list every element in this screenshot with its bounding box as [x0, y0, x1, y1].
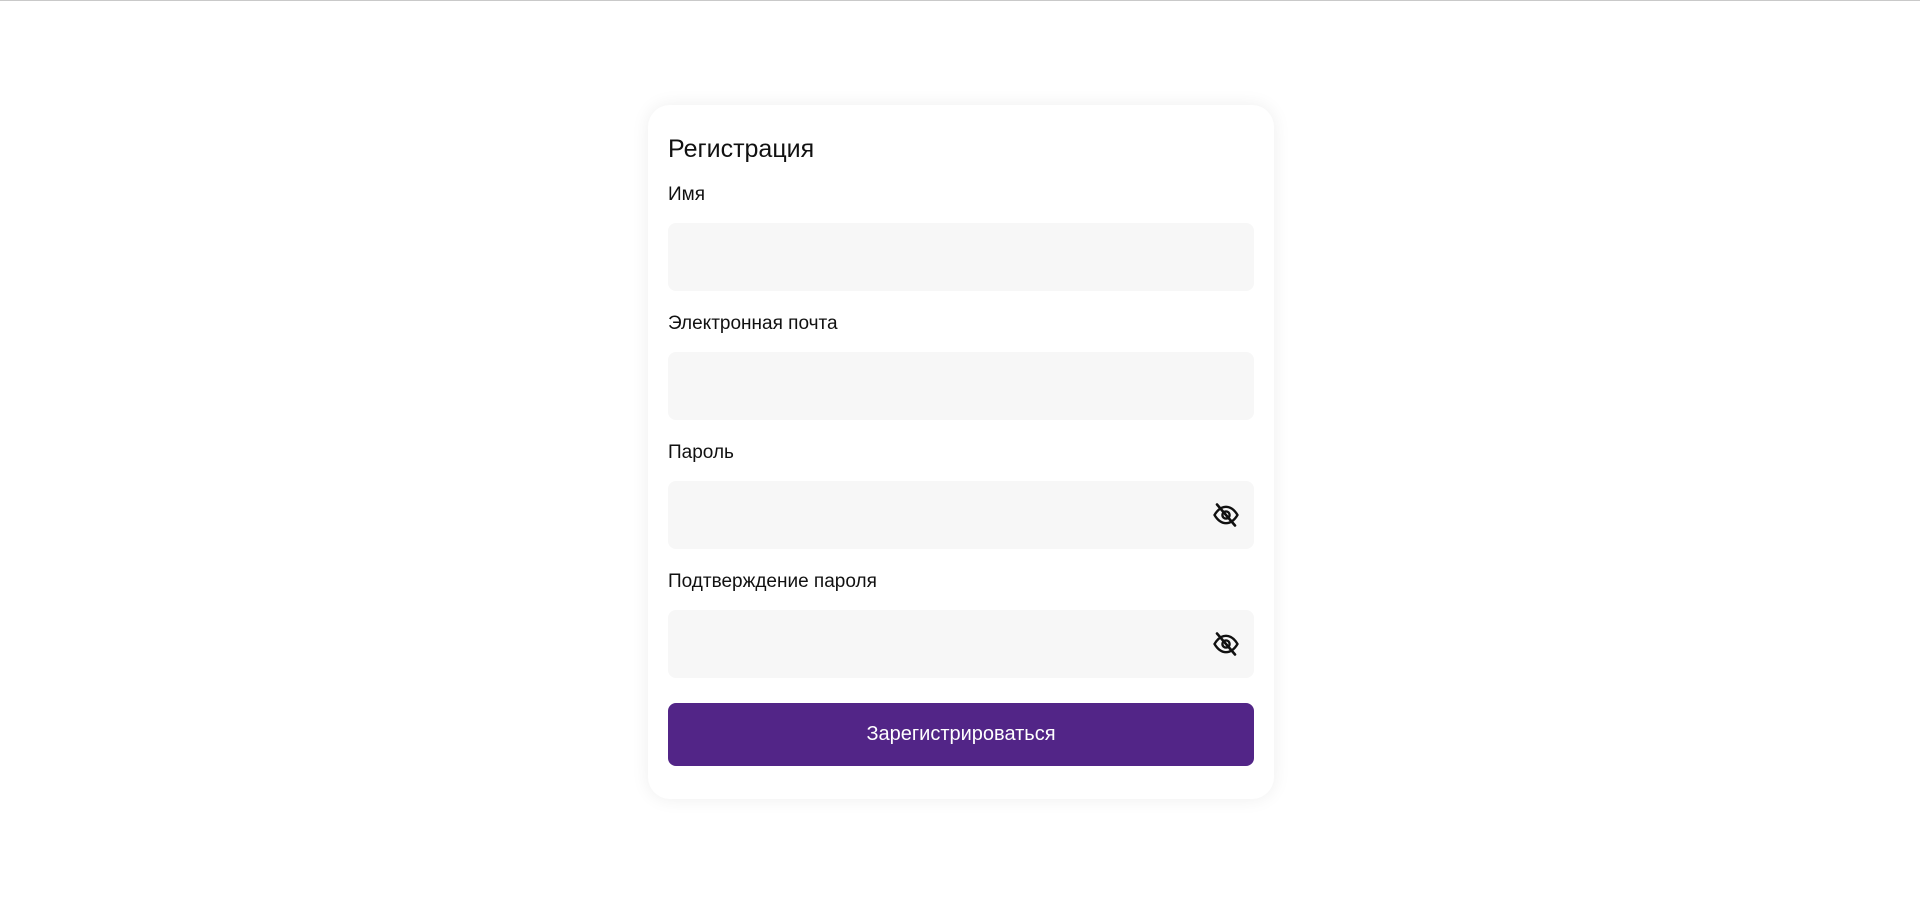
confirm-password-input[interactable]	[668, 610, 1254, 678]
confirm-password-label: Подтверждение пароля	[668, 571, 877, 592]
eye-off-icon	[1213, 632, 1239, 656]
password-field: Пароль	[668, 441, 1254, 549]
password-visibility-toggle[interactable]	[1212, 502, 1240, 528]
page-title: Регистрация	[668, 135, 815, 163]
confirm-password-visibility-toggle[interactable]	[1212, 631, 1240, 657]
registration-card: Регистрация Имя Электронная почта Пароль…	[648, 105, 1274, 799]
password-label: Пароль	[668, 442, 734, 463]
email-input[interactable]	[668, 352, 1254, 420]
name-field: Имя	[668, 183, 1254, 291]
name-input[interactable]	[668, 223, 1254, 291]
eye-off-icon	[1213, 503, 1239, 527]
email-field: Электронная почта	[668, 312, 1254, 420]
password-input[interactable]	[668, 481, 1254, 549]
top-divider	[0, 0, 1920, 1]
register-button[interactable]: Зарегистрироваться	[668, 703, 1254, 766]
name-label: Имя	[668, 184, 706, 205]
name-input-wrapper	[668, 223, 1254, 291]
password-input-wrapper	[668, 481, 1254, 549]
confirm-password-input-wrapper	[668, 610, 1254, 678]
confirm-password-field: Подтверждение пароля	[668, 570, 1254, 678]
email-input-wrapper	[668, 352, 1254, 420]
email-label: Электронная почта	[668, 313, 838, 334]
